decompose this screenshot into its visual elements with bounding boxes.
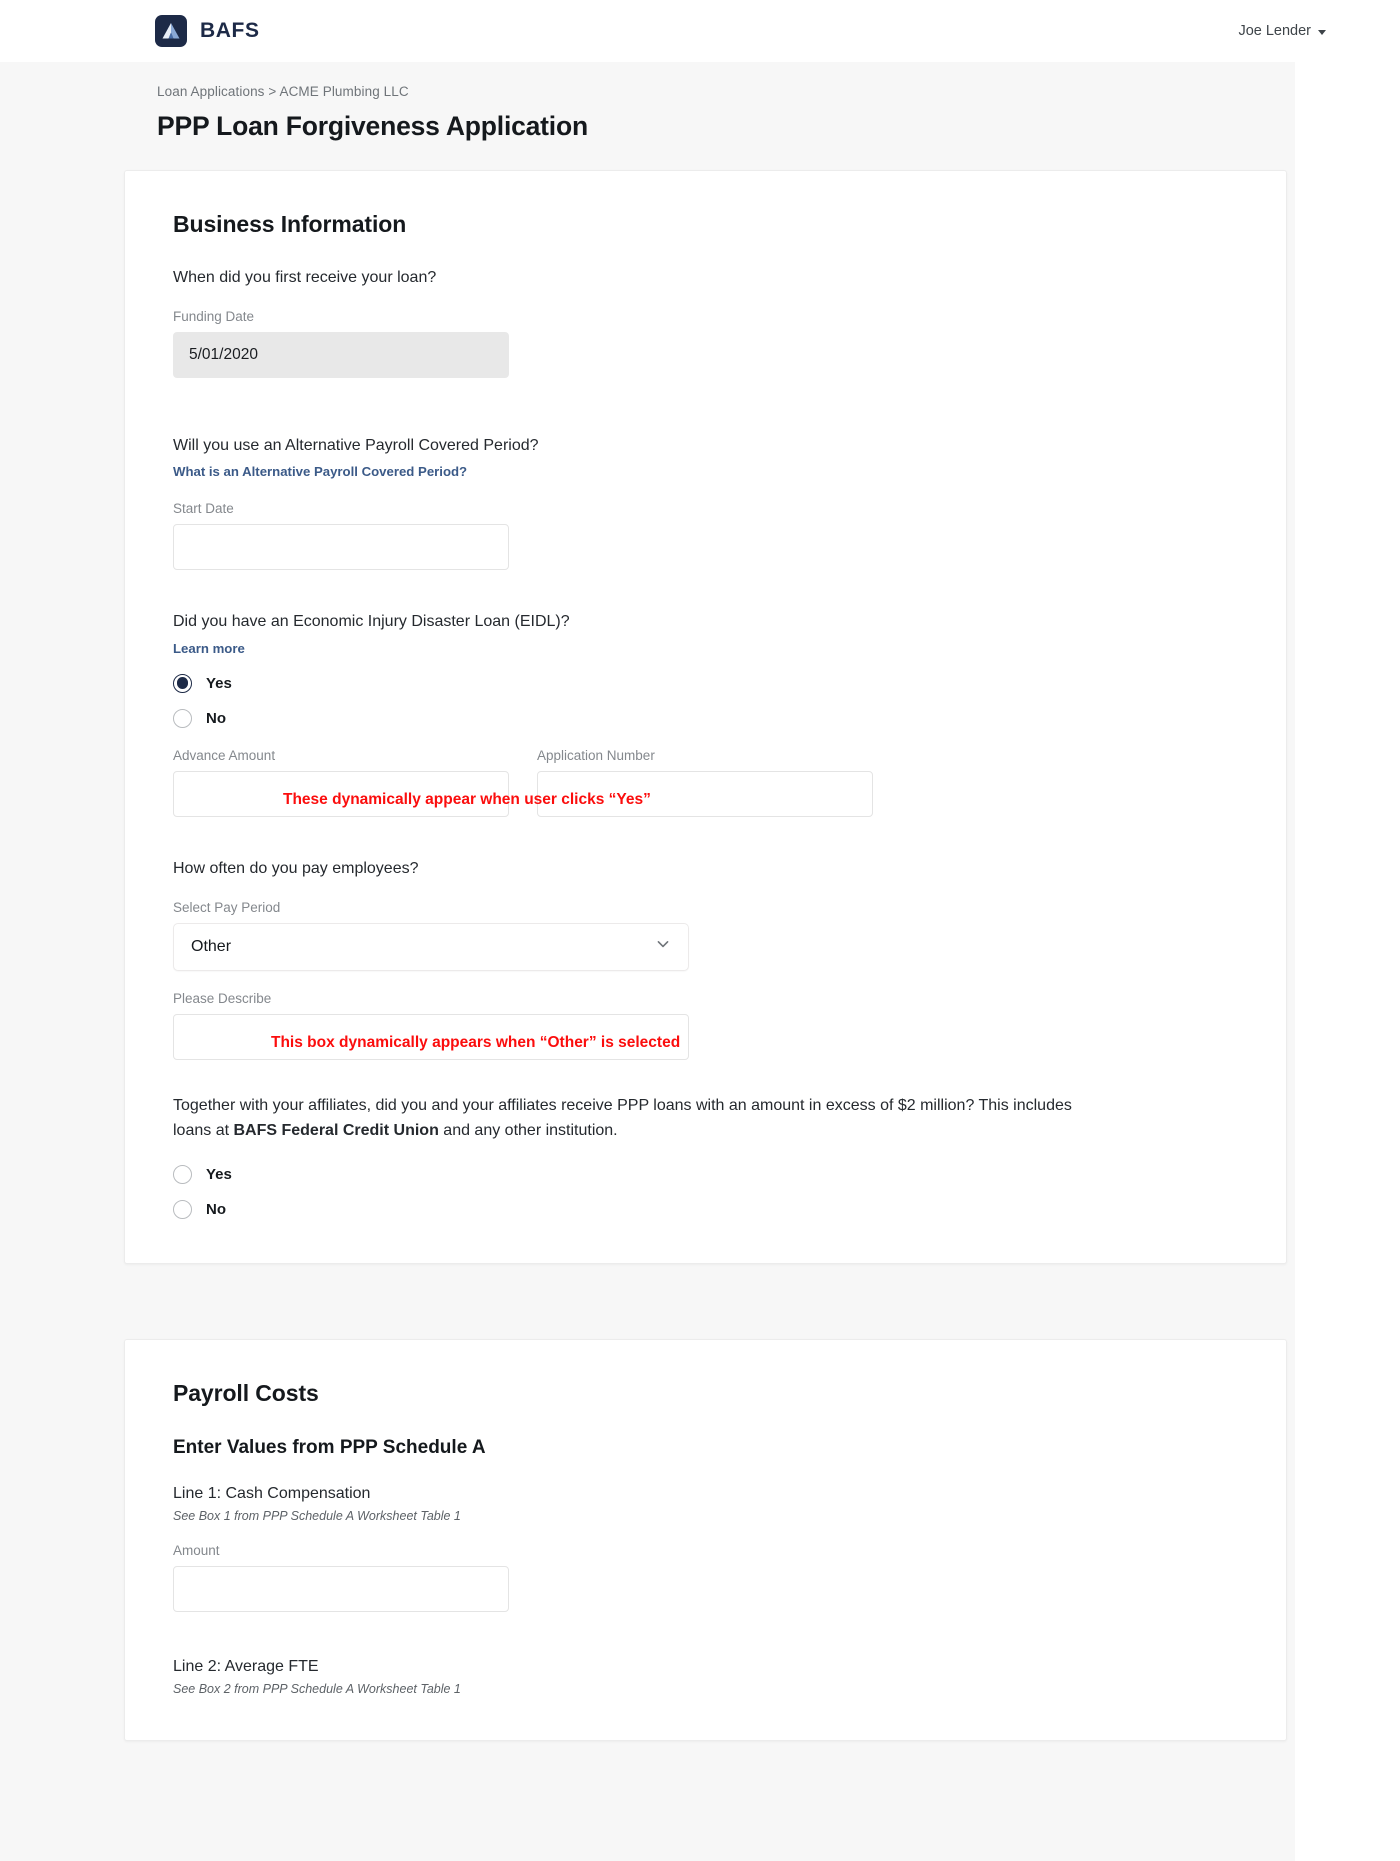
question-pay-frequency: How often do you pay employees? — [173, 859, 419, 877]
question-eidl: Did you have an Economic Injury Disaster… — [173, 613, 570, 631]
radio-affiliates-yes-label: Yes — [206, 1166, 232, 1184]
radio-eidl-no-label: No — [206, 709, 226, 727]
label-funding-date: Funding Date — [173, 309, 255, 325]
bafs-mountain-logo-icon — [155, 15, 187, 47]
select-pay-period[interactable]: Other — [173, 922, 689, 971]
question-affiliates: Together with your affiliates, did you a… — [173, 1094, 1073, 1144]
line2-note: See Box 2 from PPP Schedule A Worksheet … — [173, 1682, 461, 1697]
select-pay-period-value: Other — [191, 937, 232, 955]
user-name-label: Joe Lender — [1238, 23, 1311, 39]
page-title: PPP Loan Forgiveness Application — [157, 111, 588, 141]
eidl-dynamic-fields-row: Advance Amount Application Number These … — [173, 728, 1238, 817]
radio-affiliates-no[interactable]: No — [173, 1200, 1238, 1220]
label-please-describe: Please Describe — [173, 990, 272, 1006]
user-menu[interactable]: Joe Lender — [1238, 23, 1326, 39]
question-funding-date: When did you first receive your loan? — [173, 269, 437, 286]
app-header: BAFS Joe Lender — [0, 0, 1400, 62]
radio-affiliates-no-label: No — [206, 1201, 226, 1219]
brand-logo[interactable]: BAFS — [155, 15, 260, 47]
radio-button-icon — [173, 1200, 192, 1220]
payroll-costs-card: Payroll Costs Enter Values from PPP Sche… — [124, 1339, 1287, 1742]
link-what-is-alternative-payroll-covered-period[interactable]: What is an Alternative Payroll Covered P… — [173, 464, 467, 479]
label-line1-amount: Amount — [173, 1543, 220, 1559]
application-number-input[interactable] — [537, 770, 873, 817]
business-information-card: Business Information When did you first … — [124, 170, 1287, 1265]
brand-name: BAFS — [200, 19, 260, 42]
chevron-down-icon — [1318, 29, 1326, 35]
affiliates-bank-name: BAFS Federal Credit Union — [233, 1121, 439, 1139]
question-alternative-payroll-covered-period: Will you use an Alternative Payroll Cove… — [173, 437, 539, 455]
radio-eidl-yes[interactable]: Yes — [173, 673, 1238, 693]
chevron-down-icon — [655, 936, 671, 957]
funding-date-input[interactable]: 5/01/2020 — [173, 332, 509, 379]
page-body: Loan Applications > ACME Plumbing LLC PP… — [0, 62, 1295, 1861]
link-eidl-learn-more[interactable]: Learn more — [173, 641, 245, 656]
label-start-date: Start Date — [173, 501, 234, 517]
section-title-business-information: Business Information — [173, 211, 407, 237]
radio-button-icon — [173, 1165, 192, 1185]
radio-affiliates-yes[interactable]: Yes — [173, 1165, 1238, 1185]
line1-amount-input[interactable] — [173, 1566, 509, 1613]
label-select-pay-period: Select Pay Period — [173, 899, 281, 915]
line1-note: See Box 1 from PPP Schedule A Worksheet … — [173, 1509, 461, 1524]
label-advance-amount: Advance Amount — [173, 747, 276, 763]
please-describe-group: Please Describe This box dynamically app… — [173, 991, 1238, 1060]
line2-title: Line 2: Average FTE — [173, 1658, 319, 1676]
section-title-payroll-costs: Payroll Costs — [173, 1380, 319, 1407]
line1-title: Line 1: Cash Compensation — [173, 1485, 371, 1503]
radio-eidl-yes-label: Yes — [206, 674, 232, 692]
breadcrumb[interactable]: Loan Applications > ACME Plumbing LLC — [157, 84, 1295, 99]
affiliates-text-part2: and any other institution. — [438, 1121, 618, 1139]
please-describe-input[interactable] — [173, 1013, 689, 1060]
start-date-input[interactable] — [173, 524, 509, 571]
radio-button-icon — [173, 708, 192, 728]
label-application-number: Application Number — [537, 747, 655, 763]
radio-eidl-no[interactable]: No — [173, 708, 1238, 728]
advance-amount-input[interactable] — [173, 770, 509, 817]
radio-button-icon — [173, 673, 192, 693]
subtitle-enter-values-schedule-a: Enter Values from PPP Schedule A — [173, 1437, 486, 1459]
